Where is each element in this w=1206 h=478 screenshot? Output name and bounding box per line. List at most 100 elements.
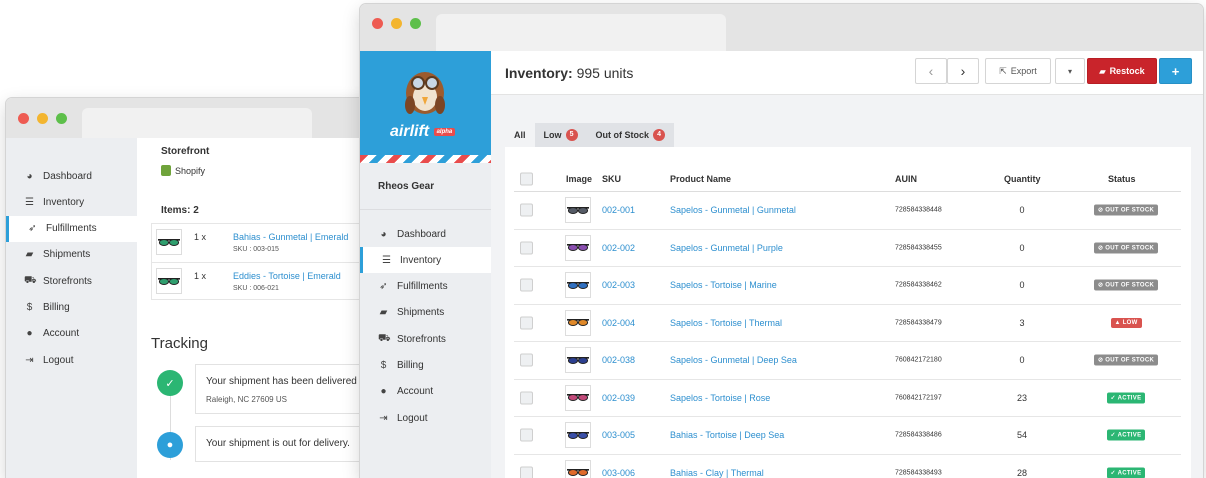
item-thumbnail xyxy=(156,229,182,255)
page-header: Inventory: 995 units ‹ › ⇱ Export ▾ ▰ Re… xyxy=(491,51,1203,95)
storefront-heading: Storefront xyxy=(161,146,209,157)
truck-icon: ▰ xyxy=(24,249,35,260)
sunglasses-thumbnail xyxy=(158,277,180,286)
col-product-name[interactable]: Product Name xyxy=(670,174,731,184)
export-options-button[interactable]: ▾ xyxy=(1055,58,1085,84)
close-dot[interactable] xyxy=(18,113,29,124)
sidebar-item-shipments[interactable]: ▰Shipments xyxy=(360,300,491,326)
sidebar-item-billing[interactable]: $Billing xyxy=(6,295,137,321)
sidebar-item-fulfillments[interactable]: ➶Fulfillments xyxy=(360,274,491,300)
sku-link[interactable]: 002-002 xyxy=(602,243,635,253)
maximize-dot[interactable] xyxy=(410,18,421,29)
sku-link[interactable]: 002-038 xyxy=(602,355,635,365)
sunglasses-thumbnail xyxy=(567,393,589,402)
sidebar-item-dashboard[interactable]: ◕Dashboard xyxy=(6,163,137,189)
row-checkbox[interactable] xyxy=(520,466,533,478)
select-all-checkbox[interactable] xyxy=(520,173,533,186)
col-auin[interactable]: AUIN xyxy=(895,174,917,184)
row-checkbox[interactable] xyxy=(520,354,533,367)
auin-value: 760842172197 xyxy=(895,394,942,401)
row-checkbox[interactable] xyxy=(520,279,533,292)
product-name-link[interactable]: Sapelos - Gunmetal | Gunmetal xyxy=(670,205,796,215)
sidebar-item-storefronts[interactable]: ⛟Storefronts xyxy=(360,326,491,352)
table-row[interactable]: 002-004Sapelos - Tortoise | Thermal72858… xyxy=(514,305,1181,343)
logout-icon: ⇥ xyxy=(24,355,35,366)
user-icon: ● xyxy=(24,328,35,339)
browser-tab[interactable] xyxy=(82,108,312,138)
product-name-link[interactable]: Bahias - Tortoise | Deep Sea xyxy=(670,430,784,440)
sidebar: airlift alpha Rheos Gear ◕Dashboard☰Inve… xyxy=(360,51,491,478)
table-row[interactable]: 003-005Bahias - Tortoise | Deep Sea72858… xyxy=(514,417,1181,455)
table-row[interactable]: 002-001Sapelos - Gunmetal | Gunmetal7285… xyxy=(514,192,1181,230)
table-row[interactable]: 002-038Sapelos - Gunmetal | Deep Sea7608… xyxy=(514,342,1181,380)
sku-link[interactable]: 002-001 xyxy=(602,205,635,215)
inventory-tabs: AllLow5Out of Stock4 xyxy=(505,123,674,147)
col-quantity[interactable]: Quantity xyxy=(1004,174,1041,184)
row-checkbox[interactable] xyxy=(520,316,533,329)
sku-link[interactable]: 002-004 xyxy=(602,318,635,328)
tab-label: All xyxy=(514,130,526,140)
maximize-dot[interactable] xyxy=(56,113,67,124)
cart-icon: ⛟ xyxy=(24,275,35,288)
sidebar-item-dashboard[interactable]: ◕Dashboard xyxy=(360,221,491,247)
sku-link[interactable]: 003-005 xyxy=(602,430,635,440)
sidebar-item-label: Account xyxy=(43,328,79,339)
col-sku[interactable]: SKU xyxy=(602,174,621,184)
sidebar-item-storefronts[interactable]: ⛟Storefronts xyxy=(6,268,137,294)
prev-page-button[interactable]: ‹ xyxy=(915,58,947,84)
status-badge: ▲ LOW xyxy=(1111,318,1142,328)
row-checkbox[interactable] xyxy=(520,241,533,254)
tab-out-of-stock[interactable]: Out of Stock4 xyxy=(587,123,675,147)
sidebar-item-label: Account xyxy=(397,386,433,397)
delivered-check-icon: ✓ xyxy=(157,370,183,396)
sidebar-item-inventory[interactable]: ☰Inventory xyxy=(360,247,491,273)
add-button[interactable]: + xyxy=(1159,58,1192,84)
tab-all[interactable]: All xyxy=(505,123,535,147)
sidebar-item-label: Logout xyxy=(397,413,428,424)
product-name-link[interactable]: Sapelos - Tortoise | Rose xyxy=(670,393,770,403)
close-dot[interactable] xyxy=(372,18,383,29)
row-checkbox[interactable] xyxy=(520,429,533,442)
browser-tab[interactable] xyxy=(436,14,726,51)
sidebar-item-logout[interactable]: ⇥Logout xyxy=(6,347,137,373)
row-checkbox[interactable] xyxy=(520,391,533,404)
product-name-link[interactable]: Sapelos - Tortoise | Thermal xyxy=(670,318,782,328)
tab-low[interactable]: Low5 xyxy=(535,123,587,147)
sidebar-item-fulfillments[interactable]: ➶Fulfillments xyxy=(6,216,137,242)
sidebar-item-account[interactable]: ● Account xyxy=(6,321,137,347)
minimize-dot[interactable] xyxy=(391,18,402,29)
sku-link[interactable]: 002-039 xyxy=(602,393,635,403)
tab-count-badge: 4 xyxy=(653,129,665,141)
sidebar-item-label: Fulfillments xyxy=(46,223,97,234)
table-row[interactable]: 002-039 Sapelos - Tortoise | Rose 76084217… xyxy=(514,380,1181,418)
table-row[interactable]: 002-003Sapelos - Tortoise | Marine728584… xyxy=(514,267,1181,305)
sidebar-item-logout[interactable]: ⇥Logout xyxy=(360,405,491,431)
sidebar-item-shipments[interactable]: ▰Shipments xyxy=(6,242,137,268)
export-button[interactable]: ⇱ Export xyxy=(985,58,1051,84)
sku-link[interactable]: 002-003 xyxy=(602,280,635,290)
sidebar-item-inventory[interactable]: ☰Inventory xyxy=(6,189,137,215)
product-name-link[interactable]: Sapelos - Gunmetal | Purple xyxy=(670,243,783,253)
tab-label: Out of Stock xyxy=(596,130,650,140)
col-status[interactable]: Status xyxy=(1108,174,1136,184)
sidebar-item-billing[interactable]: $Billing xyxy=(360,353,491,379)
item-name-link[interactable]: Bahias - Gunmetal | Emerald xyxy=(233,232,348,242)
row-checkbox[interactable] xyxy=(520,204,533,217)
col-image: Image xyxy=(566,174,592,184)
restock-button[interactable]: ▰ Restock xyxy=(1087,58,1157,84)
product-thumbnail xyxy=(565,197,591,223)
product-name-link[interactable]: Sapelos - Gunmetal | Deep Sea xyxy=(670,355,797,365)
minimize-dot[interactable] xyxy=(37,113,48,124)
status-badge: ✓ ACTIVE xyxy=(1107,392,1146,403)
product-thumbnail xyxy=(565,235,591,261)
brand-wordmark: airlift xyxy=(390,123,429,140)
brand-name[interactable]: airlift alpha xyxy=(390,123,455,141)
product-name-link[interactable]: Sapelos - Tortoise | Marine xyxy=(670,280,777,290)
table-header: Image SKU Product Name AUIN Quantity Sta… xyxy=(514,167,1181,192)
item-name-link[interactable]: Eddies - Tortoise | Emerald xyxy=(233,271,341,281)
airmail-stripe xyxy=(360,155,491,163)
sidebar-item-account[interactable]: ●Account xyxy=(360,379,491,405)
table-row[interactable]: 003-006Bahias - Clay | Thermal7285843384… xyxy=(514,455,1181,478)
table-row[interactable]: 002-002Sapelos - Gunmetal | Purple728584… xyxy=(514,230,1181,268)
next-page-button[interactable]: › xyxy=(947,58,979,84)
